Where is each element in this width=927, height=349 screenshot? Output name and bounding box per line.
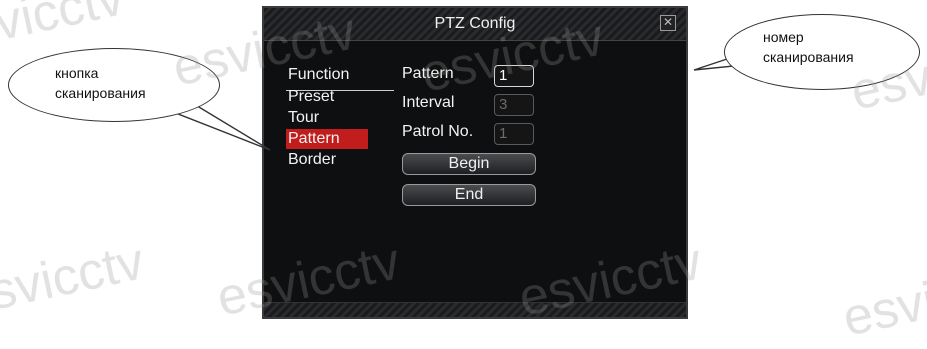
right-callout: номер сканирования	[724, 14, 920, 90]
right-callout-line2: сканирования	[763, 49, 854, 65]
right-callout-line1: номер	[763, 29, 804, 45]
left-callout-line1: кнопка	[55, 65, 99, 81]
left-callout-line2: сканирования	[55, 85, 146, 101]
left-callout: кнопка сканирования	[8, 48, 220, 122]
